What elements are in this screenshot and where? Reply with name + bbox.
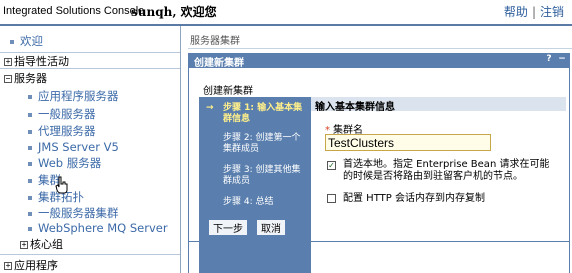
nav-item-generic-servers[interactable]: 一般服务器	[28, 106, 180, 122]
hand-pointer-icon	[55, 176, 68, 194]
navigation-tree: 欢迎 + 指导性活动 − 服务器 应用程序服务器 一般服务器 代理服务器 JMS S…	[0, 26, 181, 273]
step-label: 步骤 3: 创建其他集群成员	[223, 165, 301, 186]
bullet-icon	[28, 95, 32, 99]
step-label: 步骤 1: 输入基本集群信息	[223, 103, 303, 124]
minimize-icon[interactable]: −	[557, 54, 567, 65]
breadcrumb: 服务器集群	[190, 36, 240, 47]
step-content-heading: 输入基本集群信息	[311, 97, 566, 113]
banner-links: 帮助 | 注销	[504, 3, 564, 20]
expand-icon[interactable]: +	[4, 262, 12, 270]
wizard-steps: → 步骤 1: 输入基本集群信息 步骤 2: 创建第一个集群成员 步骤 3: 创…	[199, 97, 311, 273]
wizard-step-2: 步骤 2: 创建第一个集群成员	[199, 133, 311, 155]
help-icon[interactable]: ?	[544, 54, 554, 65]
nav-group-label: 核心组	[30, 238, 63, 251]
nav-item-label: 一般服务器	[38, 107, 96, 121]
step-label: 步骤 2: 创建第一个集群成员	[223, 133, 301, 154]
nav-item-proxy-servers[interactable]: 代理服务器	[28, 123, 180, 139]
wizard-panel: 创建新集群 → 步骤 1: 输入基本集群信息 步骤 2: 创建第一个集群成员 步…	[188, 68, 570, 273]
prefer-local-checkbox[interactable]: ✓	[327, 161, 336, 170]
bullet-icon	[28, 227, 32, 231]
product-name: Integrated Solutions Console	[3, 5, 145, 17]
nav-item-welcome[interactable]: 欢迎	[10, 33, 180, 49]
nav-divider	[0, 68, 180, 69]
collapse-icon[interactable]: −	[4, 75, 12, 83]
nav-item-application-servers[interactable]: 应用程序服务器	[28, 88, 180, 104]
nav-item-label: 应用程序服务器	[38, 89, 119, 103]
next-button[interactable]: 下一步	[208, 219, 248, 236]
nav-group-servers[interactable]: − 服务器	[4, 70, 180, 86]
nav-group-label: 服务器	[14, 72, 47, 85]
wizard-step-3: 步骤 3: 创建其他集群成员	[199, 165, 311, 187]
welcome-user-text: sunqh, 欢迎您	[131, 5, 217, 19]
banner-separator: |	[531, 5, 536, 19]
bullet-icon	[28, 196, 32, 200]
bullet-icon	[28, 212, 32, 216]
nav-item-web-servers[interactable]: Web 服务器	[28, 155, 180, 171]
nav-item-label: WebSphere MQ Server	[38, 221, 168, 235]
bullet-icon	[28, 162, 32, 166]
panel-bottom-border	[188, 241, 570, 242]
wizard-step-1: → 步骤 1: 输入基本集群信息	[199, 103, 311, 125]
nav-item-clusters[interactable]: 集群	[28, 172, 180, 188]
divider	[188, 48, 572, 49]
bullet-icon	[10, 40, 14, 44]
nav-group-guided-activities[interactable]: + 指导性活动	[4, 53, 180, 69]
bullet-icon	[28, 146, 32, 150]
nav-item-label: 一般服务器集群	[38, 206, 119, 220]
logout-link[interactable]: 注销	[540, 5, 564, 19]
nav-item-generic-server-clusters[interactable]: 一般服务器集群	[28, 205, 180, 221]
expand-icon[interactable]: +	[4, 58, 12, 66]
help-link[interactable]: 帮助	[504, 5, 528, 19]
wizard-step-4: 步骤 4: 总结	[199, 197, 311, 208]
nav-group-label: 应用程序	[14, 259, 58, 272]
cancel-button[interactable]: 取消	[256, 219, 286, 236]
nav-item-cluster-topology[interactable]: 集群拓扑	[28, 189, 180, 205]
bullet-icon	[28, 179, 32, 183]
memory-replication-checkbox[interactable]	[327, 194, 336, 203]
nav-item-websphere-mq-server[interactable]: WebSphere MQ Server	[28, 221, 180, 235]
wizard-actions: 下一步 取消	[188, 219, 570, 239]
panel-title-bar: 创建新集群 ? −	[188, 53, 570, 69]
prefer-local-text: 首选本地。指定 Enterprise Bean 请求在可能的时候是否将路由到驻留…	[343, 159, 550, 182]
nav-group-label: 指导性活动	[14, 55, 69, 68]
memory-replication-text: 配置 HTTP 会话内存到内存复制	[343, 193, 485, 204]
nav-item-label: JMS Server V5	[38, 140, 119, 154]
bullet-icon	[28, 113, 32, 117]
task-title: 创建新集群	[203, 86, 253, 97]
top-banner: Integrated Solutions Console sunqh, 欢迎您 …	[0, 0, 572, 24]
nav-item-jms-server[interactable]: JMS Server V5	[28, 140, 180, 154]
cluster-name-input[interactable]	[325, 134, 491, 151]
nav-item-label: 代理服务器	[38, 124, 96, 138]
nav-group-applications[interactable]: + 应用程序	[4, 257, 180, 273]
current-step-arrow-icon: →	[206, 103, 214, 113]
step-label: 步骤 4: 总结	[223, 197, 274, 207]
expand-icon[interactable]: +	[20, 241, 28, 249]
nav-group-core-groups[interactable]: + 核心组	[20, 236, 180, 252]
nav-item-label: Web 服务器	[38, 156, 102, 170]
nav-divider	[0, 254, 180, 255]
nav-item-label: 欢迎	[20, 34, 43, 48]
bullet-icon	[28, 130, 32, 134]
main-content: 服务器集群 创建新集群 ? − 创建新集群 → 步骤 1: 输入基本集群信息 步…	[182, 26, 572, 273]
